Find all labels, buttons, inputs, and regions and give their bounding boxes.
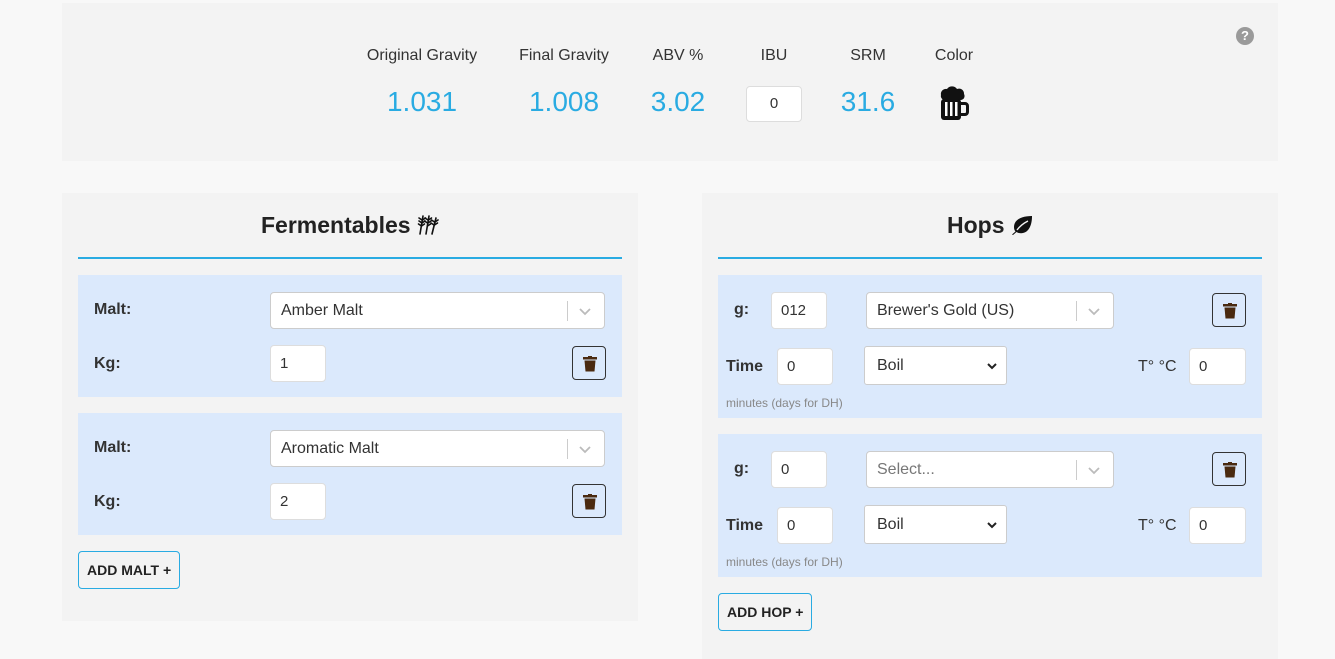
hops-title: Hops [947,212,1005,238]
malt-select-value: Aromatic Malt [281,440,379,457]
hops-panel [702,193,1278,659]
hop-select[interactable]: Brewer's Gold (US) [866,292,1114,329]
grams-label: g: [734,460,750,477]
kg-input[interactable]: 2 [270,483,326,520]
chevron-down-icon [1088,308,1100,316]
leaf-icon [1011,215,1033,240]
grams-input[interactable]: 012 [771,292,827,329]
hop-use-value: Boil [877,357,904,374]
malt-label: Malt: [94,301,132,318]
time-label: Time [726,358,764,375]
og-label: Original Gravity [366,47,478,64]
srm-label: SRM [850,47,886,64]
select-separator [1076,301,1077,321]
trash-icon [1223,303,1237,319]
hop-select-placeholder: Select... [877,461,935,478]
chevron-down-icon [987,363,997,370]
delete-hop-button[interactable] [1212,452,1246,486]
trash-icon [583,356,597,372]
srm-value: 31.6 [840,86,896,117]
fg-label: Final Gravity [519,47,609,64]
kg-label: Kg: [94,355,121,372]
grams-input[interactable]: 0 [771,451,827,488]
add-hop-button[interactable]: ADD HOP + [718,593,813,631]
ibu-label: IBU [760,47,788,64]
malt-label: Malt: [94,439,132,456]
select-separator [567,439,568,459]
ibu-input[interactable]: 0 [746,86,802,122]
kg-label: Kg: [94,493,121,510]
time-input[interactable]: 0 [777,348,833,385]
time-input[interactable]: 0 [777,507,833,544]
stats-panel [62,3,1278,161]
temperature-input[interactable]: 0 [1189,507,1246,544]
beer-mug-icon [937,85,971,126]
abv-value: 3.02 [650,86,706,117]
delete-hop-button[interactable] [1212,293,1246,327]
hop-select-value: Brewer's Gold (US) [877,302,1015,319]
time-hint: minutes (days for DH) [726,396,843,410]
fermentables-divider [78,257,622,259]
help-icon[interactable]: ? [1236,27,1254,45]
chevron-down-icon [1088,467,1100,475]
select-separator [567,301,568,321]
malt-select-value: Amber Malt [281,302,363,319]
hop-use-select[interactable]: Boil [864,346,1007,385]
hop-select[interactable]: Select... [866,451,1114,488]
chevron-down-icon [987,522,997,529]
chevron-down-icon [579,446,591,454]
color-label: Color [934,47,974,64]
trash-icon [1223,462,1237,478]
abv-label: ABV % [652,47,704,64]
hop-use-select[interactable]: Boil [864,505,1007,544]
kg-input[interactable]: 1 [270,345,326,382]
malt-select[interactable]: Amber Malt [270,292,605,329]
chevron-down-icon [579,308,591,316]
time-hint: minutes (days for DH) [726,555,843,569]
delete-malt-button[interactable] [572,346,606,380]
hop-use-value: Boil [877,516,904,533]
time-label: Time [726,517,764,534]
og-value: 1.031 [386,86,458,117]
malt-select[interactable]: Aromatic Malt [270,430,605,467]
trash-icon [583,494,597,510]
grams-label: g: [734,301,750,318]
select-separator [1076,460,1077,480]
temperature-label: T° °C [1138,358,1177,375]
fermentables-title: Fermentables [261,212,411,238]
hops-divider [718,257,1262,259]
wheat-icon [415,212,439,241]
temperature-label: T° °C [1138,517,1177,534]
delete-malt-button[interactable] [572,484,606,518]
temperature-input[interactable]: 0 [1189,348,1246,385]
add-malt-button[interactable]: ADD MALT + [78,551,181,589]
fg-value: 1.008 [528,86,600,117]
